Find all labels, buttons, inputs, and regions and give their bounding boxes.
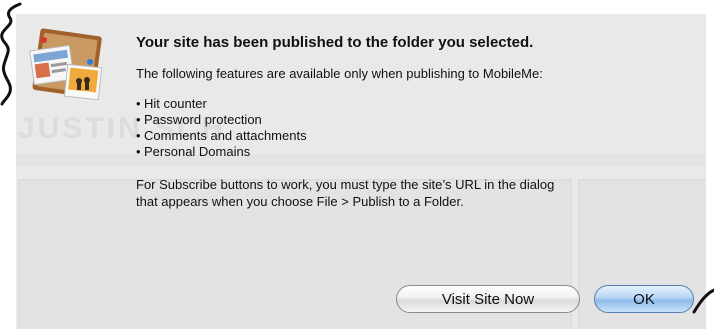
feature-label: Hit counter: [144, 96, 207, 111]
feature-label: Comments and attachments: [144, 128, 307, 143]
feature-item: • Password protection: [136, 112, 696, 128]
dialog-title: Your site has been published to the fold…: [136, 34, 534, 51]
feature-list: • Hit counter • Password protection • Comme…: [136, 96, 696, 160]
bullet: •: [136, 96, 141, 111]
publish-dialog-sheet: JUSTIN SCH Your site has been published …: [16, 14, 706, 329]
feature-label: Password protection: [144, 112, 262, 127]
iweb-corkboard-icon: [29, 28, 103, 101]
bullet: •: [136, 144, 141, 159]
feature-item: • Comments and attachments: [136, 128, 696, 144]
feature-item: • Hit counter: [136, 96, 696, 112]
ok-button[interactable]: OK: [594, 285, 694, 313]
feature-label: Personal Domains: [144, 144, 251, 159]
dialog-note-line-2: that appears when you choose File > Publ…: [136, 194, 464, 209]
bullet: •: [136, 128, 141, 143]
dialog-content: Your site has been published to the fold…: [136, 34, 696, 210]
dialog-note: For Subscribe buttons to work, you must …: [136, 176, 696, 210]
dialog-intro: The following features are available onl…: [136, 66, 543, 81]
feature-item: • Personal Domains: [136, 144, 696, 160]
visit-site-now-button[interactable]: Visit Site Now: [396, 285, 580, 313]
bullet: •: [136, 112, 141, 127]
dialog-note-line-1: For Subscribe buttons to work, you must …: [136, 177, 555, 192]
